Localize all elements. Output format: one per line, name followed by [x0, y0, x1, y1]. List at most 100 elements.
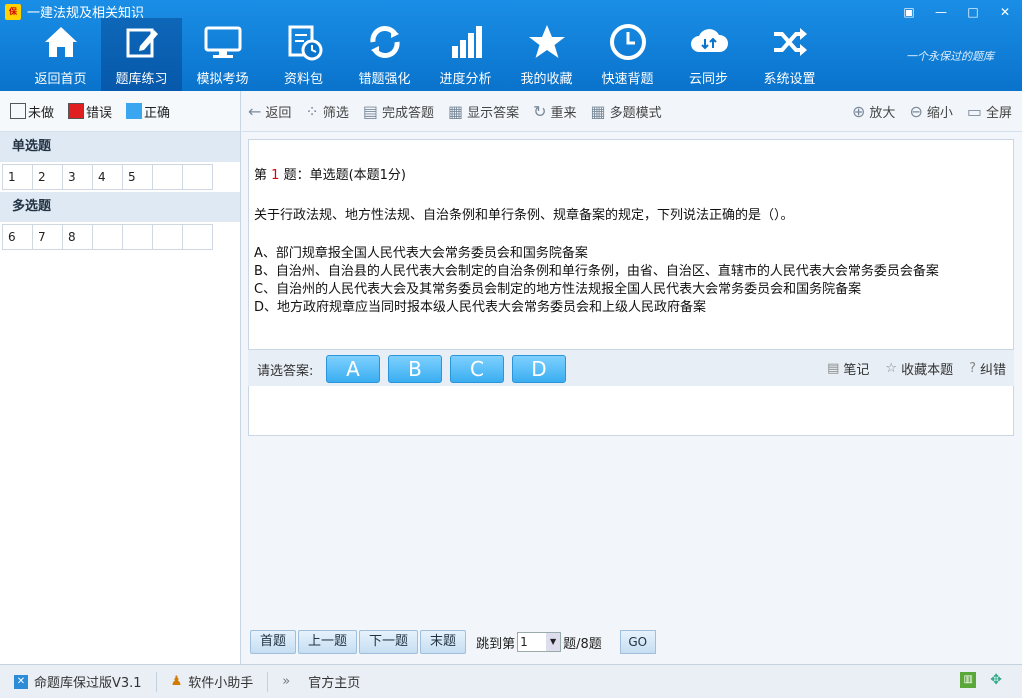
chevron-down-icon: ▼	[546, 633, 561, 651]
minimize-button[interactable]: —	[930, 3, 952, 21]
single-choice-grid: 1 2 3 4 5	[0, 162, 240, 192]
question-cell[interactable]: 3	[62, 164, 93, 190]
first-question-button[interactable]: 首题	[250, 630, 297, 654]
question-toolbar: ← 返回 ⁘ 筛选 ▤ 完成答题 ▦ 显示答案 ↻ 重来 ▦ 多题模式 ⊕ 放大 ⊖ 缩小 ▭ 全…	[242, 91, 1022, 132]
zoom-out-icon: ⊖	[909, 102, 923, 121]
answer-label: 请选答案:	[257, 364, 314, 379]
question-cell[interactable]: 8	[62, 224, 93, 250]
option-b: B、自治州、自治县的人民代表大会制定的自治条例和单行条例，由省、自治区、直辖市的…	[254, 264, 939, 279]
empty-cell	[122, 224, 153, 250]
empty-cell	[182, 224, 213, 250]
nav-practice[interactable]: 题库练习	[101, 18, 182, 91]
title-bar: 保 一建法规及相关知识 ▣ — □ ✕ 一个永保过的题库 返回首页 题库练习 模…	[0, 0, 1022, 91]
home-icon	[44, 27, 77, 57]
option-a: A、部门规章报全国人民代表大会常务委员会和国务院备案	[254, 246, 588, 261]
question-cell[interactable]: 5	[122, 164, 153, 190]
document-icon: ▤	[362, 101, 378, 121]
back-arrow-icon: ←	[248, 101, 262, 121]
empty-cell	[152, 224, 183, 250]
refresh-icon	[369, 26, 400, 58]
answer-c-button[interactable]: C	[450, 355, 504, 383]
redo-icon: ↻	[533, 101, 547, 121]
answer-a-button[interactable]: A	[326, 355, 380, 383]
single-choice-title: 单选题	[0, 132, 240, 162]
zoom-in-button[interactable]: ⊕ 放大	[852, 102, 895, 121]
question-cell[interactable]: 1	[2, 164, 33, 190]
stats-icon[interactable]: ▥	[960, 672, 977, 688]
pager: 首题 上一题 下一题 末题 跳到第 1 ▼ 题/8题 GO	[250, 630, 656, 654]
zoom-out-button[interactable]: ⊖ 缩小	[909, 102, 952, 121]
multi-choice-title: 多选题	[0, 192, 240, 222]
helper-link[interactable]: ♟ 软件小助手	[157, 672, 268, 691]
status-legend: 未做 错误 正确	[0, 91, 240, 132]
question-header: 第 1 题：单选题(本题1分)	[254, 168, 406, 183]
redo-button[interactable]: ↻ 重来	[533, 102, 576, 121]
note-button[interactable]: ▤ 笔记	[827, 359, 869, 378]
filter-icon: ⁘	[305, 101, 319, 121]
maximize-button[interactable]: □	[962, 3, 984, 21]
nav-cloud-sync[interactable]: 云同步	[668, 18, 749, 91]
note-icon: ▤	[827, 361, 840, 376]
cloud-sync-icon	[690, 29, 728, 52]
multi-mode-button[interactable]: ▦ 多题模式	[591, 102, 662, 121]
question-cell[interactable]: 4	[92, 164, 123, 190]
jump-control: 跳到第 1 ▼ 题/8题	[476, 632, 602, 652]
nav-settings[interactable]: 系统设置	[749, 18, 830, 91]
slogan: 一个永保过的题库	[906, 50, 994, 63]
back-button[interactable]: ← 返回	[248, 102, 291, 121]
go-button[interactable]: GO	[619, 630, 656, 654]
wrong-swatch	[68, 103, 85, 119]
question-cell[interactable]: 7	[32, 224, 63, 250]
empty-cell	[182, 164, 213, 190]
status-bar: ✕ 命题库保过版V3.1 ♟ 软件小助手 » 官方主页 ▥ ✥	[0, 664, 1022, 698]
answer-bar: 请选答案: A B C D ▤ 笔记 ☆ 收藏本题 ? 纠错	[248, 349, 1014, 386]
nav-wrong-review[interactable]: 错题强化	[344, 18, 425, 91]
answer-b-button[interactable]: B	[388, 355, 442, 383]
jump-select[interactable]: 1 ▼	[517, 632, 562, 652]
skin-button[interactable]: ▣	[898, 3, 920, 21]
shuffle-icon	[773, 28, 807, 56]
question-stem: 关于行政法规、地方性法规、自治条例和单行条例、规章备案的规定，下列说法正确的是（…	[254, 208, 794, 223]
question-panel: ← 返回 ⁘ 筛选 ▤ 完成答题 ▦ 显示答案 ↻ 重来 ▦ 多题模式 ⊕ 放大 ⊖ 缩小 ▭ 全…	[242, 91, 1022, 664]
app-logo-icon: 保	[5, 4, 21, 20]
homepage-link[interactable]: » 官方主页	[268, 672, 374, 691]
nav-quick-memorize[interactable]: 快速背题	[587, 18, 668, 91]
answer-icon: ▦	[447, 101, 464, 121]
nav-progress[interactable]: 进度分析	[425, 18, 506, 91]
bar-chart-icon	[451, 26, 482, 58]
correct-swatch	[126, 103, 143, 119]
star-icon	[528, 25, 565, 58]
question-cell[interactable]: 6	[2, 224, 33, 250]
option-c: C、自治州的人民代表大会及其常务委员会制定的地方性法规报全国人民代表大会常务委员…	[254, 282, 862, 297]
close-button[interactable]: ✕	[994, 3, 1016, 21]
question-navigator: 未做 错误 正确 单选题 1 2 3 4 5 多选题 6 7 8	[0, 91, 241, 664]
zoom-in-icon: ⊕	[852, 102, 866, 121]
document-clock-icon	[288, 25, 322, 61]
fullscreen-button[interactable]: ▭ 全屏	[967, 102, 1012, 121]
favorite-button[interactable]: ☆ 收藏本题	[885, 359, 953, 378]
question-number: 1	[271, 168, 280, 183]
next-question-button[interactable]: 下一题	[359, 630, 419, 654]
show-answer-button[interactable]: ▦ 显示答案	[448, 102, 519, 121]
nav-favorites[interactable]: 我的收藏	[506, 18, 587, 91]
empty-cell	[92, 224, 123, 250]
filter-button[interactable]: ⁘ 筛选	[305, 102, 348, 121]
nav-materials[interactable]: 资料包	[263, 18, 344, 91]
report-error-button[interactable]: ? 纠错	[969, 359, 1006, 378]
question-box: 第 1 题：单选题(本题1分) 关于行政法规、地方性法规、自治条例和单行条例、规…	[248, 139, 1014, 436]
color-settings-icon[interactable]: ✥	[990, 672, 1002, 688]
version-item: ✕ 命题库保过版V3.1	[0, 672, 156, 691]
double-chevron-icon: »	[282, 674, 291, 689]
answer-d-button[interactable]: D	[512, 355, 566, 383]
question-cell[interactable]: 2	[32, 164, 63, 190]
question-mark-icon: ?	[969, 361, 976, 376]
last-question-button[interactable]: 末题	[420, 630, 467, 654]
nav-home[interactable]: 返回首页	[20, 18, 101, 91]
fullscreen-icon: ▭	[966, 102, 982, 121]
grid-icon: ▦	[590, 101, 606, 121]
prev-question-button[interactable]: 上一题	[298, 630, 358, 654]
nav-mock-exam[interactable]: 模拟考场	[182, 18, 263, 91]
finish-button[interactable]: ▤ 完成答题	[363, 102, 434, 121]
helper-icon: ♟	[170, 674, 183, 689]
monitor-icon	[204, 26, 241, 58]
